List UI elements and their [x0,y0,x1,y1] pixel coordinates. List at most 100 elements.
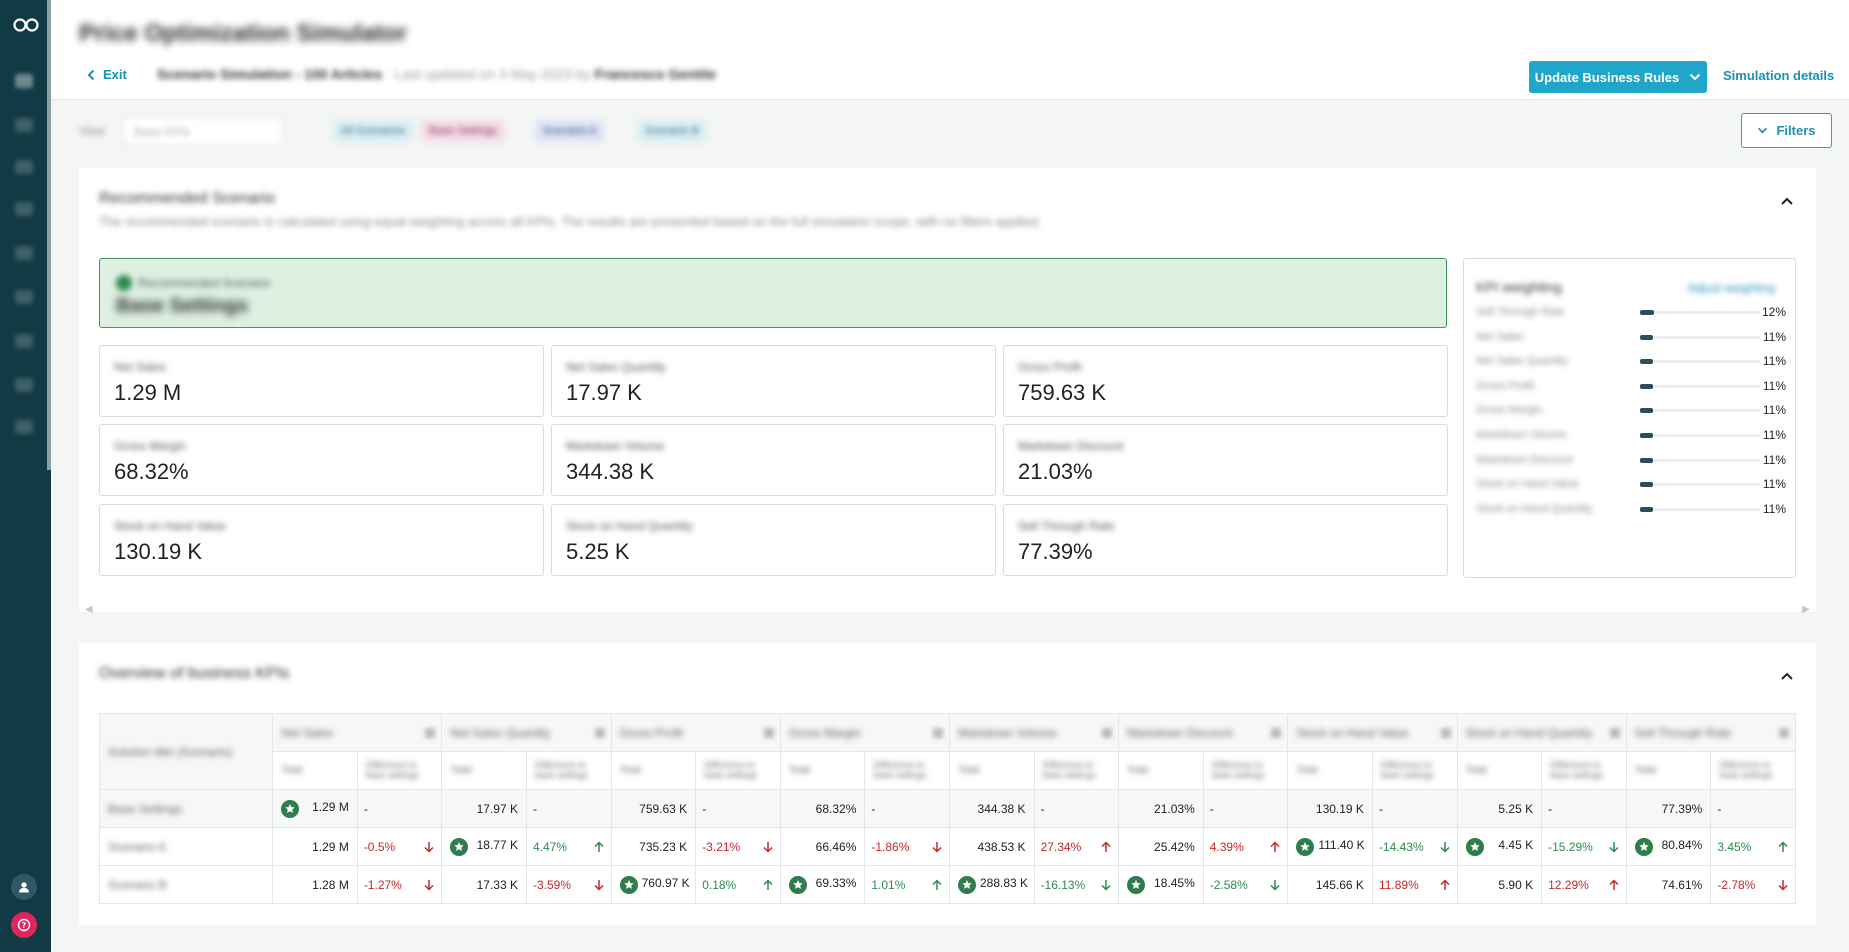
kpi-value: 5.25 K [566,539,630,564]
value-cell: 1.28 M [272,865,358,904]
arrow-up-icon [1609,879,1619,890]
column-header[interactable]: Stock on Hand Value [1287,713,1458,752]
difference-cell: 3.45% [1710,827,1796,866]
chip-scenario-a[interactable]: Scenario A [535,120,605,142]
chip-scenario-b[interactable]: Scenario B [637,120,707,142]
column-header[interactable]: Markdown Volume [948,713,1120,752]
column-header-label: Sell Through Rate [1634,725,1732,740]
column-header-label: Gross Profit [619,725,683,740]
value-text: 344.38 K [977,801,1026,816]
weighting-value: 11% [1762,329,1786,344]
column-menu-icon[interactable] [1779,727,1789,738]
nav-item-1-icon[interactable] [15,74,33,88]
value-cell: 735.23 K [610,827,697,866]
nav-item-8-icon[interactable] [15,378,33,392]
kpi-label: Gross Margin [114,439,187,453]
arrow-up-icon [594,841,604,852]
kpi-label: Markdown Volume [566,439,665,453]
weighting-value: 11% [1762,403,1786,418]
chevron-down-icon [1690,73,1701,81]
logo-icon[interactable] [12,18,40,32]
scenario-column-header: Solution title (Scenario) [98,713,274,790]
nav-item-2-icon[interactable] [15,118,33,132]
kpi-value: 21.03% [1018,459,1093,484]
column-header[interactable]: Stock on Hand Quantity [1456,713,1627,752]
column-menu-icon[interactable] [425,727,436,738]
scroll-left-icon[interactable]: ◀ [85,604,93,615]
weighting-label: Markdown Discount [1476,453,1573,466]
column-header[interactable]: Net Sales [272,713,443,752]
column-header[interactable]: Gross Profit [610,713,781,752]
kpi-label: Net Sales [114,360,167,374]
chevron-up-icon[interactable] [1778,667,1796,685]
nav-item-3-icon[interactable] [15,160,33,174]
value-cell: 25.42% [1118,827,1204,866]
weighting-bar-track [1640,359,1760,365]
filter-bar: View Base KPIs All Scenarios Base Settin… [51,101,1849,161]
filters-button[interactable]: Filters [1741,113,1832,148]
column-header-label: Stock on Hand Value [1296,725,1409,740]
column-menu-icon[interactable] [1440,727,1451,738]
nav-item-6-icon[interactable] [15,290,33,304]
exit-button[interactable]: Exit [87,67,127,82]
recommended-title: Recommended Scenario [99,190,276,207]
view-select[interactable]: Base KPIs [123,117,283,145]
difference-text: - [1548,801,1553,816]
chevron-up-icon[interactable] [1778,192,1796,210]
view-label: View [79,124,105,138]
column-menu-icon[interactable] [932,727,943,738]
weighting-value: 11% [1762,452,1786,467]
nav-item-5-icon[interactable] [15,246,33,260]
weighting-label: Sell Through Rate [1476,306,1565,318]
subheader-difference: Difference to base settings [1371,751,1458,790]
value-text: 18.77 K [476,837,518,852]
simulation-subtitle: Scenario Simulation - 100 Articles · Las… [157,66,716,82]
chip-all-scenarios[interactable]: All Scenarios [333,120,414,142]
nav-item-7-icon[interactable] [15,334,33,348]
arrow-up-icon [1778,841,1788,852]
table-body: Base Settings 1.29 M -17.97 K -759.63 K -68.… [98,789,1796,904]
subheader-total: Total [1287,751,1373,790]
recommended-banner: Recommended Scenario Base Settings [99,258,1447,328]
difference-cell: -1.86% [864,827,950,866]
column-header[interactable]: Markdown Discount [1118,713,1289,752]
arrow-up-icon [1101,841,1111,852]
help-icon[interactable]: ? [11,912,37,938]
difference-cell: -1.27% [356,865,443,904]
column-menu-icon[interactable] [1609,727,1620,738]
value-cell: 4.45 K [1456,827,1543,866]
chip-base-settings[interactable]: Base Settings [421,120,505,142]
column-header[interactable]: Net Sales Quantity [441,713,612,752]
value-cell: 759.63 K [610,789,697,828]
nav-item-9-icon[interactable] [15,420,33,434]
weighting-bar-fill [1640,457,1654,463]
adjust-weighting-link[interactable]: Adjust weighting [1688,281,1775,295]
weighting-bar-track [1640,408,1760,414]
star-icon [281,799,300,818]
value-text: 69.33% [815,875,857,890]
nav-item-4-icon[interactable] [15,202,33,216]
column-menu-icon[interactable] [594,727,605,738]
value-text: 25.42% [1154,839,1195,854]
column-menu-icon[interactable] [1271,727,1282,738]
column-header[interactable]: Sell Through Rate [1625,713,1797,752]
scroll-right-icon[interactable]: ▶ [1802,604,1810,615]
overview-title: Overview of business KPIs [99,665,290,682]
update-business-rules-button[interactable]: Update Business Rules [1529,61,1707,93]
difference-text: 11.89% [1378,877,1419,892]
weighting-bar-track [1640,457,1760,463]
user-icon[interactable] [11,874,37,900]
kpi-overview-table: Solution title (Scenario) Net Sales Net S… [98,713,1797,904]
difference-cell: -0.5% [356,827,443,866]
weighting-value: 11% [1762,354,1786,369]
kpi-value: 759.63 K [1018,380,1107,405]
difference-cell: - [1710,789,1796,828]
column-menu-icon[interactable] [1102,727,1113,738]
value-text: 17.97 K [476,801,518,816]
simulation-details-link[interactable]: Simulation details [1723,68,1834,83]
weighting-value: 11% [1762,428,1786,442]
column-menu-icon[interactable] [763,727,774,738]
value-text: 5.90 K [1498,877,1534,892]
column-header[interactable]: Gross Margin [779,713,950,752]
difference-cell: 27.34% [1033,827,1120,866]
